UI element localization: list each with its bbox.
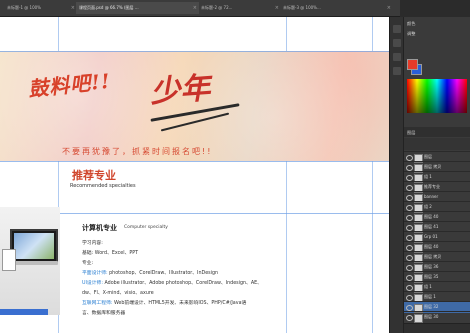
layer-name: banner bbox=[424, 194, 439, 199]
layer-name: 图层 bbox=[424, 154, 432, 159]
course-line: 基础: Word、Excel、PPT bbox=[82, 251, 139, 256]
document-tab-bar: 未标题-1 @ 100% × 课程页面.psd @ 66.7% (图层 ... … bbox=[0, 0, 400, 17]
tab-label: 未标题-1 @ 100% bbox=[7, 5, 41, 10]
tab-label: 未标题-3 @ 100%... bbox=[283, 5, 321, 10]
course-line: 言、数据库和服务器 bbox=[82, 311, 126, 316]
accent-bar bbox=[0, 309, 48, 315]
eye-icon[interactable] bbox=[406, 315, 413, 321]
foreground-color-swatch[interactable] bbox=[407, 59, 418, 70]
guide-line bbox=[0, 51, 389, 52]
tab-label: 未标题-2 @ 72... bbox=[201, 5, 233, 10]
layers-panel-header: 图层 bbox=[404, 127, 470, 137]
panel-icon-strip bbox=[389, 17, 404, 333]
section-title: 推荐专业 bbox=[72, 169, 116, 182]
phone-image bbox=[2, 249, 16, 271]
layer-name: 图层 40 bbox=[424, 244, 439, 249]
panel-title-adjust[interactable]: 调整 bbox=[407, 31, 415, 37]
panel-title-color[interactable]: 颜色 bbox=[407, 21, 415, 27]
color-spectrum[interactable] bbox=[407, 79, 467, 113]
brush-icon[interactable] bbox=[393, 53, 401, 61]
banner-image: 鼓料吧!! 少年 不要再犹豫了，抓紧时间报名吧!! bbox=[0, 51, 389, 161]
document-tab-active[interactable]: 课程页面.psd @ 66.7% (图层 ... × bbox=[76, 2, 199, 14]
course-name-en: Computer specialty bbox=[124, 225, 168, 230]
banner-subtitle: 不要再犹豫了，抓紧时间报名吧!! bbox=[62, 147, 213, 156]
layers-footer bbox=[404, 323, 470, 333]
layer-name: 图层 35 bbox=[424, 274, 439, 279]
layer-name: 推荐专业 bbox=[424, 184, 440, 189]
panel-title-layers[interactable]: 图层 bbox=[407, 130, 415, 136]
layer-name: 图层 36 bbox=[424, 264, 439, 269]
document-tab[interactable]: 未标题-2 @ 72... × bbox=[198, 2, 281, 14]
layer-row[interactable]: 图层 30 bbox=[404, 311, 470, 323]
course-line: dw、Fl、X-mind、visio、axure bbox=[82, 291, 154, 296]
course-line: 互联网工程师: Web前端设计、HTML5开发、未来影响IOS、PHP/C#/J… bbox=[82, 301, 247, 306]
document-tab[interactable]: 未标题-3 @ 100%... × bbox=[280, 2, 393, 14]
layers-toolbar bbox=[404, 138, 470, 150]
properties-icon[interactable] bbox=[393, 39, 401, 47]
laptop-image bbox=[10, 229, 58, 263]
course-line: 学习内容: bbox=[82, 241, 103, 246]
right-panels: 颜色 调整 图层 图层 图层 拷贝组 1 推荐专业 banner 组 2 图层 40 图层 … bbox=[403, 17, 470, 333]
layer-name: 图层 1 bbox=[424, 294, 436, 299]
close-icon[interactable]: × bbox=[275, 2, 279, 14]
layer-thumbnail bbox=[414, 314, 423, 323]
character-icon[interactable] bbox=[393, 67, 401, 75]
document-canvas[interactable]: 鼓料吧!! 少年 不要再犹豫了，抓紧时间报名吧!! 推荐专业 Recommend… bbox=[0, 17, 389, 333]
course-line: UI设计师: Adobe illustrator、Adobe photoshop… bbox=[82, 281, 262, 286]
history-icon[interactable] bbox=[393, 25, 401, 33]
section-subtitle: Recommended specialties bbox=[70, 183, 136, 189]
close-icon[interactable]: × bbox=[193, 2, 197, 14]
close-icon[interactable]: × bbox=[387, 2, 391, 14]
course-line: 平面设计师: photoshop、CorelDraw、Illustrator、I… bbox=[82, 271, 219, 276]
layer-name: 图层 41 bbox=[424, 224, 439, 229]
layer-name: 图层 拷贝 bbox=[424, 254, 442, 259]
photoshop-window: 未标题-1 @ 100% × 课程页面.psd @ 66.7% (图层 ... … bbox=[0, 0, 470, 333]
layer-name: 组 1 bbox=[424, 174, 432, 179]
document-tab[interactable]: 未标题-1 @ 100% × bbox=[4, 2, 77, 14]
layer-name: 图层 32 bbox=[424, 304, 439, 309]
layer-name: 图层 30 bbox=[424, 314, 439, 319]
course-line: 专业: bbox=[82, 261, 94, 266]
course-name: 计算机专业 bbox=[82, 224, 117, 232]
layer-name: 组 1 bbox=[424, 284, 432, 289]
tab-label: 课程页面.psd @ 66.7% (图层 ... bbox=[79, 5, 139, 10]
banner-title-right: 少年 bbox=[149, 70, 212, 111]
layer-name: 组 2 bbox=[424, 204, 432, 209]
guide-line bbox=[0, 161, 389, 162]
layer-name: 图层 拷贝 bbox=[424, 164, 442, 169]
layer-name: 图层 40 bbox=[424, 214, 439, 219]
layer-name: Grp 01 bbox=[424, 234, 438, 239]
close-icon[interactable]: × bbox=[71, 2, 75, 14]
